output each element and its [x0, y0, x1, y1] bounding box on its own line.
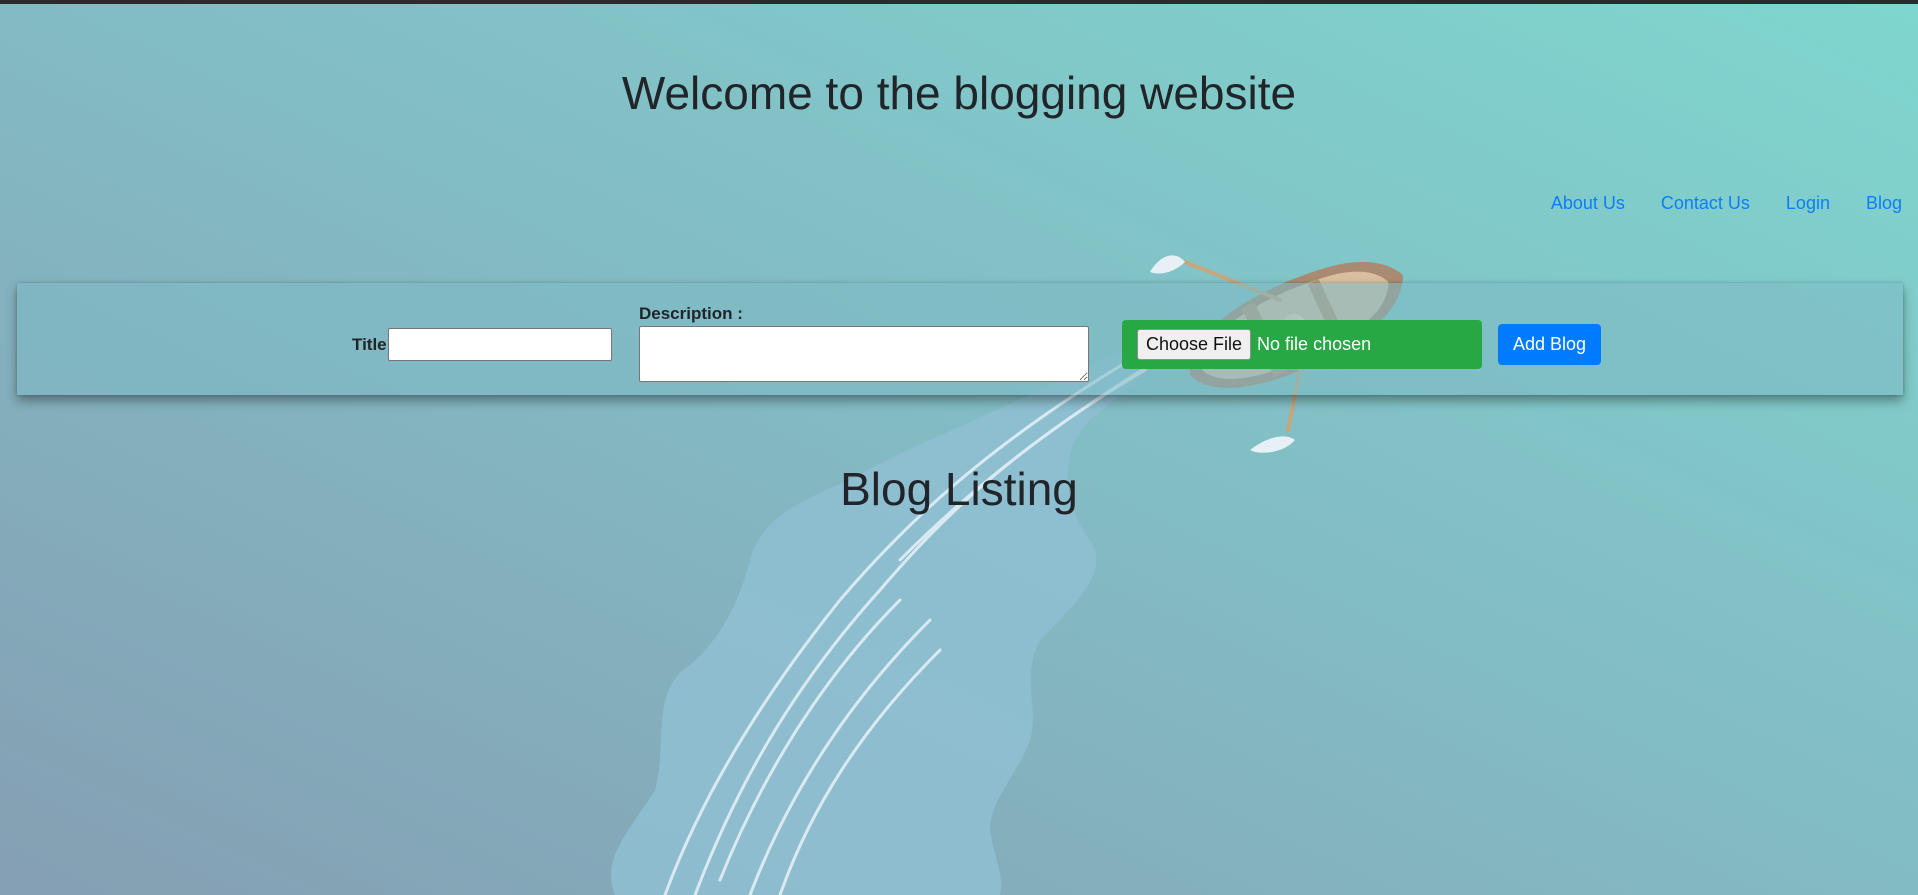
- description-textarea[interactable]: [639, 326, 1089, 382]
- nav-blog[interactable]: Blog: [1866, 193, 1902, 214]
- nav-contact-us[interactable]: Contact Us: [1661, 193, 1750, 214]
- add-blog-form: Title : Description : Choose File No fil…: [17, 283, 1903, 395]
- file-upload-field[interactable]: Choose File No file chosen: [1122, 320, 1482, 369]
- top-nav: About Us Contact Us Login Blog: [1551, 193, 1902, 214]
- nav-about-us[interactable]: About Us: [1551, 193, 1625, 214]
- blog-listing-heading: Blog Listing: [840, 463, 1078, 515]
- page-title: Welcome to the blogging website: [621, 67, 1297, 119]
- file-status-text: No file chosen: [1257, 334, 1372, 354]
- add-blog-button[interactable]: Add Blog: [1498, 324, 1601, 365]
- choose-file-button[interactable]: Choose File: [1137, 329, 1252, 360]
- title-input[interactable]: [388, 328, 612, 361]
- description-label: Description :: [639, 304, 743, 323]
- nav-login[interactable]: Login: [1786, 193, 1830, 214]
- rowboat-wake-illustration: [610, 255, 1403, 895]
